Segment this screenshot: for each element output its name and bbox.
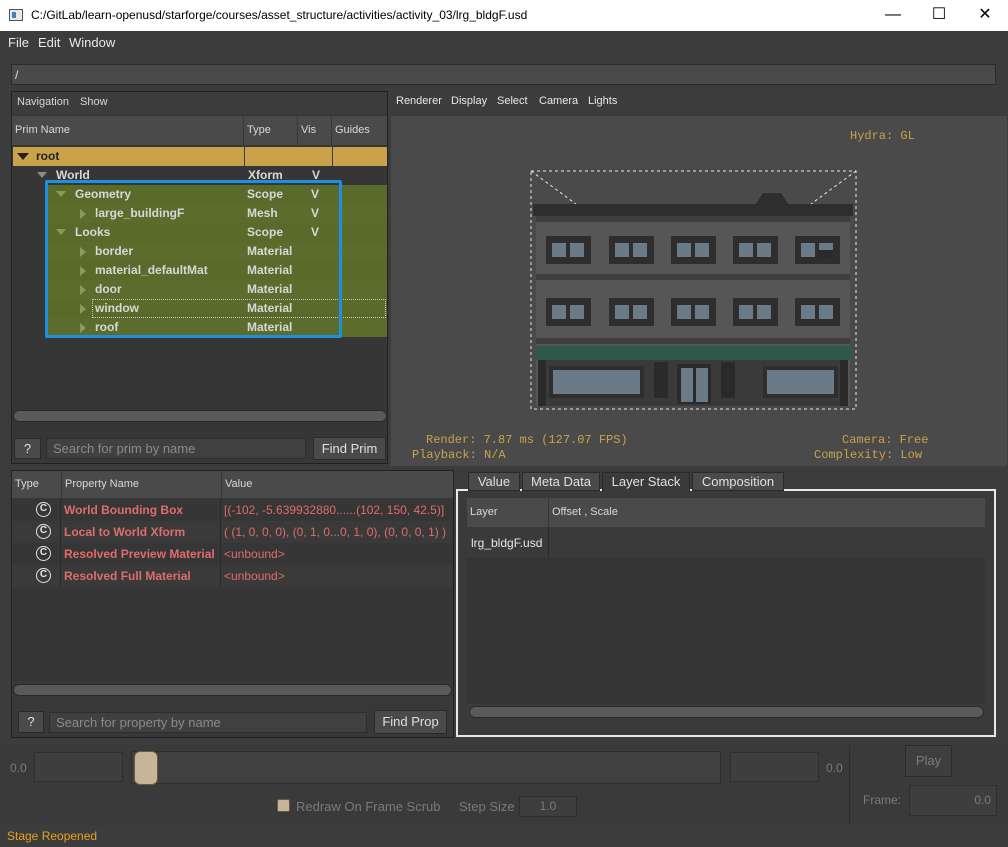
menu-edit[interactable]: Edit	[38, 35, 60, 50]
prop-help-button[interactable]: ?	[18, 711, 44, 733]
col-layer[interactable]: Layer	[467, 498, 549, 527]
frame-label: Frame:	[863, 793, 902, 807]
end-frame-field[interactable]	[730, 752, 819, 782]
play-button[interactable]: Play	[905, 745, 952, 777]
camera-menu[interactable]: Camera	[539, 95, 578, 107]
title-bar: C:/GitLab/learn-openusd/starforge/course…	[0, 0, 1008, 31]
layer-header: Layer Offset , Scale	[467, 498, 985, 527]
end-frame-label: 0.0	[826, 761, 843, 775]
highlight-box	[45, 180, 342, 338]
status-bar: Stage Reopened	[0, 825, 1008, 847]
property-name: Resolved Preview Material	[64, 547, 215, 561]
computed-icon: C	[36, 568, 51, 583]
computed-icon: C	[36, 546, 51, 561]
app-icon	[9, 9, 23, 21]
prim-name: root	[36, 149, 60, 163]
tree-row-root[interactable]: root	[13, 147, 387, 166]
property-name: Local to World Xform	[64, 525, 186, 539]
tab-composition[interactable]: Composition	[692, 472, 784, 491]
building-render	[530, 170, 857, 410]
window-title: C:/GitLab/learn-openusd/starforge/course…	[31, 8, 528, 22]
display-menu[interactable]: Display	[451, 95, 487, 107]
col-offset-scale[interactable]: Offset , Scale	[549, 498, 985, 527]
timeline-slider[interactable]	[131, 751, 721, 784]
col-prop-type[interactable]: Type	[12, 471, 62, 498]
timeline-slider-handle[interactable]	[134, 751, 158, 785]
layer-name: lrg_bldgF.usd	[471, 536, 543, 550]
tab-meta-data[interactable]: Meta Data	[522, 472, 600, 491]
complexity-stats: Complexity: Low	[814, 448, 923, 462]
col-prop-name[interactable]: Property Name	[62, 471, 222, 498]
computed-icon: C	[36, 524, 51, 539]
expand-icon[interactable]	[37, 172, 47, 178]
browser-header: Prim Name Type Vis Guides	[12, 116, 387, 145]
menu-file[interactable]: File	[8, 35, 29, 50]
divider	[332, 147, 333, 166]
property-row[interactable]: C Resolved Full Material <unbound>	[12, 565, 452, 587]
layer-scrollbar[interactable]	[469, 706, 984, 718]
property-value: ( (1, 0, 0, 0), (0, 1, 0...0, 1, 0), (0,…	[224, 525, 447, 539]
prim-search-input[interactable]: Search for prim by name	[46, 438, 306, 459]
prim-browser-panel: Navigation Show Prim Name Type Vis Guide…	[11, 91, 388, 464]
start-frame-label: 0.0	[10, 761, 27, 775]
divider	[220, 499, 221, 587]
camera-stats: Camera: Free	[842, 433, 929, 447]
prim-help-button[interactable]: ?	[14, 438, 41, 459]
navigation-menu[interactable]: Navigation	[17, 96, 69, 108]
col-prop-value[interactable]: Value	[222, 471, 453, 498]
hydra-label: Hydra: GL	[850, 129, 915, 143]
properties-scrollbar[interactable]	[13, 684, 452, 696]
start-frame-field[interactable]	[34, 752, 123, 782]
render-stats: Render: 7.87 ms (127.07 FPS)	[426, 433, 628, 447]
find-prop-button[interactable]: Find Prop	[374, 710, 447, 734]
divider	[548, 528, 549, 558]
horizontal-scrollbar[interactable]	[13, 410, 387, 422]
viewport-3d[interactable]: Hydra: GL Render: 7.87 ms (127.07 FPS) P…	[391, 116, 1007, 466]
computed-icon: C	[36, 502, 51, 517]
tab-layer-stack[interactable]: Layer Stack	[602, 472, 690, 492]
divider	[849, 745, 850, 825]
divider	[60, 499, 61, 587]
property-value: <unbound>	[224, 547, 285, 561]
col-guides[interactable]: Guides	[332, 116, 387, 145]
close-button[interactable]: ✕	[962, 0, 1008, 31]
layer-row[interactable]: lrg_bldgF.usd	[467, 528, 985, 558]
property-row[interactable]: C Resolved Preview Material <unbound>	[12, 543, 452, 565]
property-value: <unbound>	[224, 569, 285, 583]
status-message: Stage Reopened	[7, 829, 98, 843]
browser-toolbar: Navigation Show	[12, 92, 387, 114]
frame-field[interactable]: 0.0	[909, 785, 997, 816]
property-name: Resolved Full Material	[64, 569, 191, 583]
select-menu[interactable]: Select	[497, 95, 528, 107]
property-row[interactable]: C Local to World Xform ( (1, 0, 0, 0), (…	[12, 521, 452, 543]
col-type[interactable]: Type	[244, 116, 298, 145]
playback-stats: Playback: N/A	[412, 448, 506, 462]
divider	[244, 147, 245, 166]
menu-bar: File Edit Window	[0, 31, 1008, 53]
lights-menu[interactable]: Lights	[588, 95, 617, 107]
prim-path-field[interactable]: /	[11, 64, 996, 85]
step-size-label: Step Size	[459, 799, 515, 814]
expand-icon[interactable]	[17, 153, 29, 160]
property-name: World Bounding Box	[64, 503, 184, 517]
property-search-input[interactable]: Search for property by name	[49, 712, 367, 733]
step-size-field[interactable]: 1.0	[519, 796, 577, 817]
property-row[interactable]: C World Bounding Box [(-102, -5.63993288…	[12, 499, 452, 521]
tab-value[interactable]: Value	[468, 472, 520, 491]
redraw-label: Redraw On Frame Scrub	[296, 799, 441, 814]
menu-window[interactable]: Window	[69, 35, 115, 50]
minimize-button[interactable]: —	[870, 0, 916, 31]
show-menu[interactable]: Show	[80, 96, 108, 108]
redraw-checkbox[interactable]	[277, 799, 290, 812]
property-value: [(-102, -5.639932880......(102, 150, 42.…	[224, 503, 445, 517]
renderer-menu[interactable]: Renderer	[396, 95, 442, 107]
prim-path-text: /	[15, 68, 19, 82]
maximize-button[interactable]: ☐	[916, 0, 962, 31]
col-vis[interactable]: Vis	[298, 116, 332, 145]
col-prim-name[interactable]: Prim Name	[12, 116, 244, 145]
find-prim-button[interactable]: Find Prim	[313, 437, 386, 460]
properties-header: Type Property Name Value	[12, 471, 453, 498]
